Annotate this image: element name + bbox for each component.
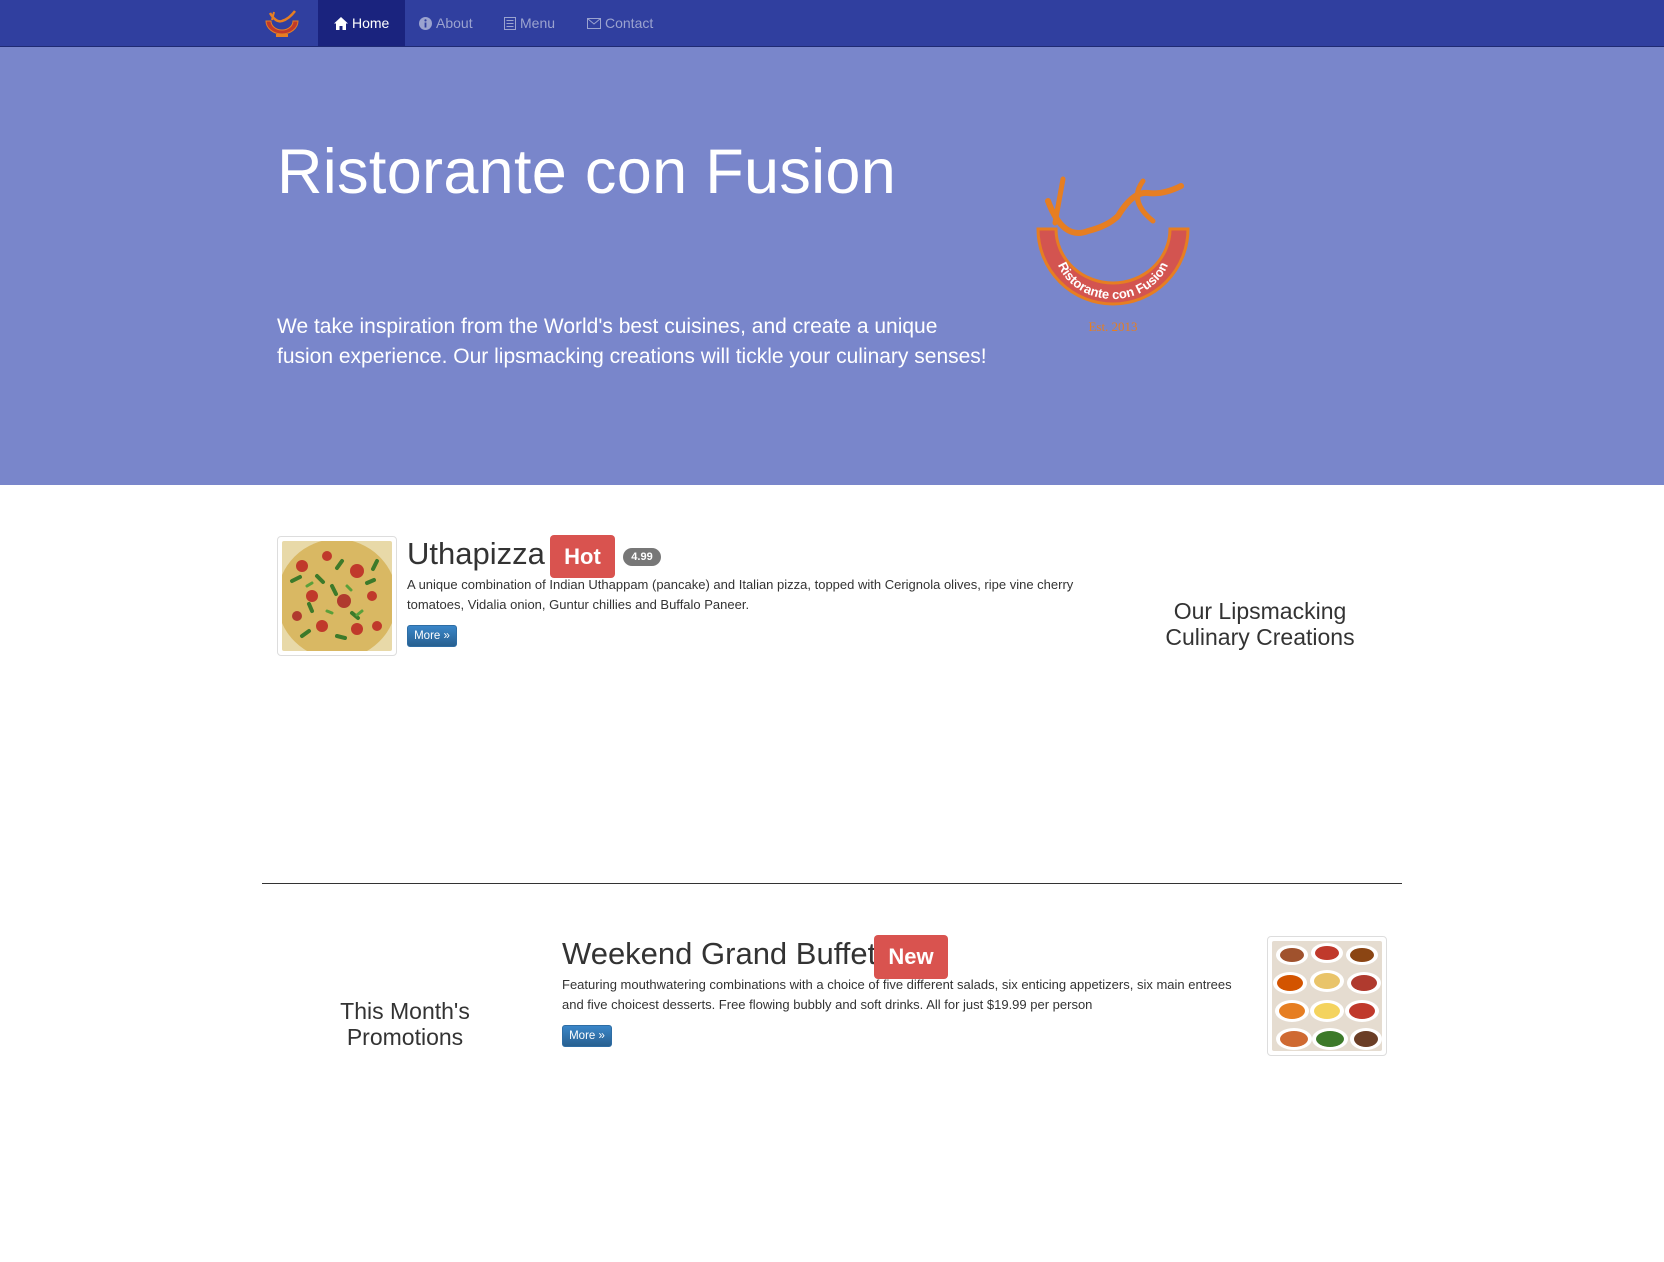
promotion-title: Weekend Grand Buffet (562, 936, 877, 971)
hot-label: Hot (550, 535, 615, 578)
restaurant-logo: Ristorante con Fusion Est. 2013 (1033, 171, 1193, 337)
home-icon (334, 16, 348, 30)
promotion-description: Featuring mouthwatering combinations wit… (562, 977, 1232, 1012)
logo-est: Est. 2013 (1088, 319, 1137, 334)
nav-menu[interactable]: Menu (504, 0, 555, 46)
nav-contact[interactable]: Contact (587, 0, 653, 46)
nav-about-label: About (436, 15, 473, 31)
dish-more-button[interactable]: More » (407, 625, 457, 647)
promotions-heading: This Month's Promotions (340, 998, 470, 1050)
nav-contact-label: Contact (605, 15, 654, 31)
nav-menu-label: Menu (520, 15, 556, 31)
uthapizza-thumbnail[interactable] (277, 536, 397, 656)
jumbotron: Ristorante con Fusion We take inspiratio… (0, 47, 1664, 485)
new-label: New (874, 935, 948, 979)
dish-description: A unique combination of Indian Uthappam … (407, 577, 1074, 612)
nav-home-label: Home (352, 15, 390, 31)
navbar: Home About Menu Contact (0, 0, 1664, 47)
nav-about[interactable]: About (419, 0, 473, 46)
buffet-thumbnail[interactable] (1267, 936, 1387, 1056)
jumbotron-text: We take inspiration from the World's bes… (277, 315, 987, 368)
envelope-icon (587, 17, 601, 29)
nav-home[interactable]: Home (318, 0, 406, 46)
list-icon (504, 16, 516, 30)
jumbotron-title: Ristorante con Fusion (277, 137, 897, 207)
culinary-creations-heading: Our Lipsmacking Culinary Creations (1165, 598, 1355, 650)
price-badge: 4.99 (623, 548, 661, 566)
section-divider (262, 883, 1402, 884)
dish-title: Uthapizza (407, 536, 545, 571)
brand-logo[interactable] (262, 9, 302, 39)
info-circle-icon (419, 16, 432, 30)
promotion-more-button[interactable]: More » (562, 1025, 612, 1047)
